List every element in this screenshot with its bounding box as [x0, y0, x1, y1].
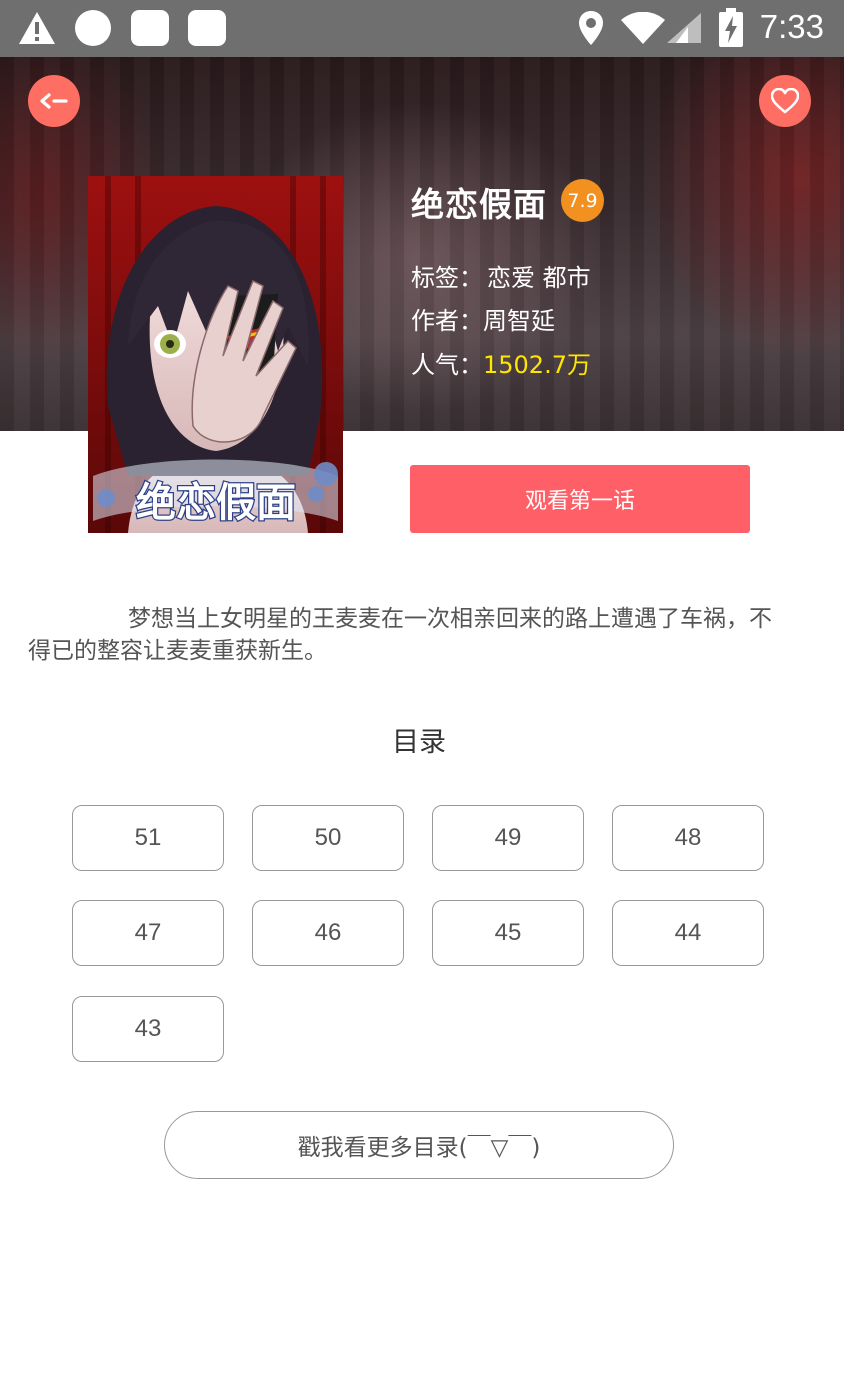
score-badge: 7.9 [561, 179, 604, 222]
status-bar: 7:33 [0, 0, 844, 57]
tags-label: 标签： [411, 264, 483, 292]
square-notification-icon [131, 10, 169, 46]
clock: 7:33 [759, 8, 824, 45]
popularity-row: 人气：1502.7万 [411, 345, 591, 380]
chapter-button[interactable]: 44 [612, 900, 764, 966]
chapter-button[interactable]: 49 [432, 805, 584, 871]
comic-title: 绝恋假面 [411, 185, 547, 224]
chapter-button[interactable]: 50 [252, 805, 404, 871]
chapter-button[interactable]: 45 [432, 900, 584, 966]
back-arrow-icon [40, 93, 68, 109]
location-icon [579, 11, 603, 45]
chapter-button[interactable]: 47 [72, 900, 224, 966]
author-label: 作者： [411, 307, 483, 335]
signal-icon [667, 13, 701, 43]
chapter-button[interactable]: 48 [612, 805, 764, 871]
toc-title: 目录 [392, 727, 446, 758]
warning-icon [19, 12, 55, 44]
favorite-button[interactable] [759, 75, 811, 127]
back-button[interactable] [28, 75, 80, 127]
author-row: 作者：周智延 [411, 301, 555, 336]
comic-cover[interactable]: 绝恋假面 [88, 176, 343, 533]
heart-icon [771, 88, 799, 114]
square-notification-icon [188, 10, 226, 46]
chapter-button[interactable]: 46 [252, 900, 404, 966]
popularity-value: 1502.7万 [483, 351, 591, 379]
tags-row: 标签： 恋爱 都市 [411, 258, 591, 293]
popularity-label: 人气： [411, 351, 483, 379]
chapter-button[interactable]: 43 [72, 996, 224, 1062]
comic-description: 梦想当上女明星的王麦麦在一次相亲回来的路上遭遇了车祸，不得已的整容让麦麦重获新生… [28, 606, 772, 664]
more-chapters-button[interactable]: 戳我看更多目录(￣▽￣) [164, 1111, 674, 1179]
wifi-icon [621, 12, 665, 44]
circle-notification-icon [75, 10, 111, 46]
chapter-button[interactable]: 51 [72, 805, 224, 871]
watch-first-episode-button[interactable]: 观看第一话 [410, 465, 750, 533]
author-value: 周智延 [483, 307, 555, 335]
tags-value: 恋爱 都市 [487, 264, 591, 292]
cover-artwork: 绝恋假面 [88, 176, 343, 533]
battery-charging-icon [719, 8, 743, 47]
cover-logo-text: 绝恋假面 [136, 479, 296, 526]
